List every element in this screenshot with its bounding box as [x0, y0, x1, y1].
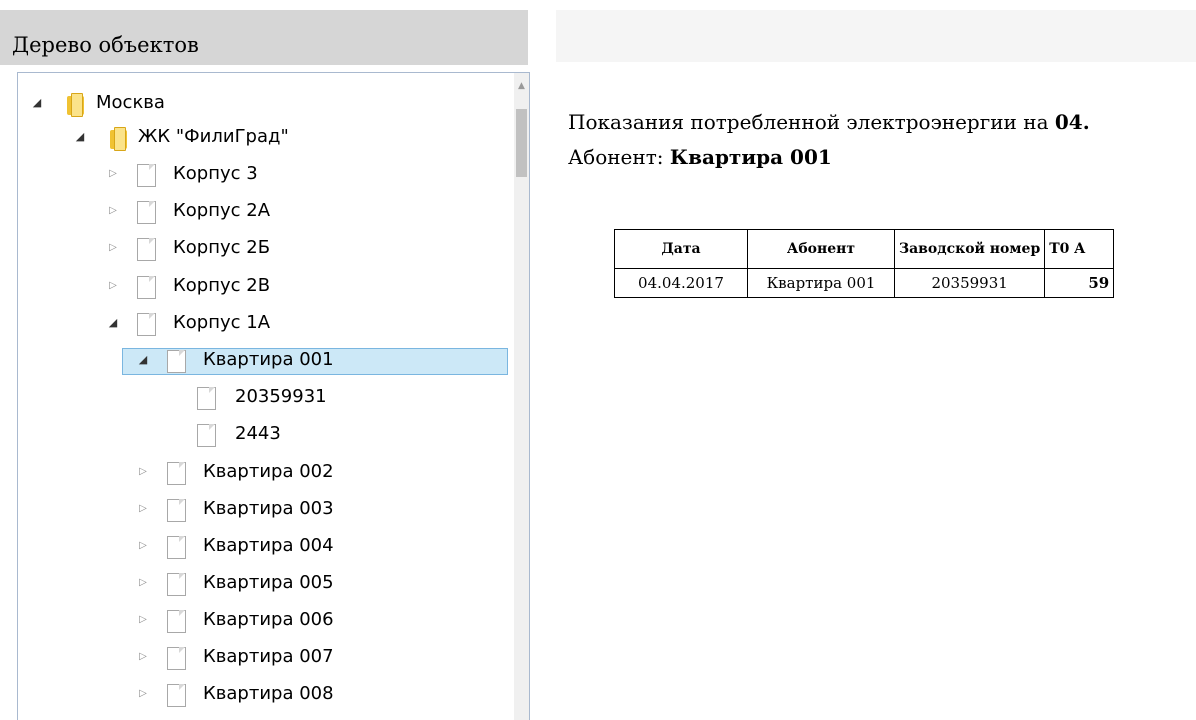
- cell-subscriber: Квартира 001: [747, 268, 895, 298]
- tree-node-kvartira-003[interactable]: ▷ Квартира 003: [18, 496, 498, 526]
- tree-node-label: Корпус 1А: [173, 312, 271, 333]
- document-icon: [137, 238, 156, 261]
- tree-node-kvartira-002[interactable]: ▷ Квартира 002: [18, 459, 498, 489]
- collapsed-triangle-icon[interactable]: ▷: [136, 539, 150, 553]
- column-header-date: Дата: [614, 229, 748, 269]
- document-icon: [137, 313, 156, 336]
- document-icon: [167, 647, 186, 670]
- expanded-triangle-icon[interactable]: ◢: [30, 96, 44, 110]
- tree-node-label: Москва: [96, 92, 165, 113]
- readings-table: Дата Абонент Заводской номер T0 A 04.04.…: [614, 229, 1115, 298]
- expanded-triangle-icon[interactable]: ◢: [73, 130, 87, 144]
- tree-node-korpus-2v[interactable]: ▷ Корпус 2В: [18, 273, 498, 303]
- tree-node-label: Квартира 007: [203, 646, 334, 667]
- tree-node-label: 2443: [235, 423, 281, 444]
- tree-node-label: Квартира 008: [203, 683, 334, 704]
- column-header-t0: T0 A: [1044, 229, 1115, 269]
- collapsed-triangle-icon[interactable]: ▷: [136, 687, 150, 701]
- document-icon: [197, 387, 216, 410]
- tree-node-label: Корпус 2Б: [173, 237, 271, 258]
- tree-node-kvartira-008[interactable]: ▷ Квартира 008: [18, 681, 498, 711]
- tree-node-korpus-3[interactable]: ▷ Корпус 3: [18, 161, 498, 191]
- tree-node-korpus-1a[interactable]: ◢ Корпус 1А: [18, 310, 498, 340]
- tree-node-label: Корпус 2А: [173, 200, 271, 221]
- document-icon: [197, 424, 216, 447]
- collapsed-triangle-icon[interactable]: ▷: [136, 576, 150, 590]
- document-icon: [167, 610, 186, 633]
- report-title-prefix: Показания потребленной электроэнергии на: [568, 110, 1055, 134]
- table-row: 04.04.2017 Квартира 001 20359931 59: [614, 268, 1115, 298]
- folder-icon: [110, 127, 128, 151]
- column-header-serial: Заводской номер: [893, 229, 1046, 269]
- tree-node-kvartira-006[interactable]: ▷ Квартира 006: [18, 607, 498, 637]
- tree-node-korpus-2b[interactable]: ▷ Корпус 2Б: [18, 235, 498, 265]
- report-subscriber: Абонент: Квартира 001: [568, 145, 832, 169]
- report-date: 04.: [1054, 110, 1090, 134]
- collapsed-triangle-icon[interactable]: ▷: [136, 502, 150, 516]
- tree-node-meter-2443[interactable]: 2443: [18, 421, 498, 451]
- document-icon: [167, 499, 186, 522]
- scroll-up-arrow-icon[interactable]: ▲: [514, 79, 529, 93]
- collapsed-triangle-icon[interactable]: ▷: [136, 650, 150, 664]
- tree-node-label: Квартира 002: [203, 461, 334, 482]
- collapsed-triangle-icon[interactable]: ▷: [106, 241, 120, 255]
- tree-node-label: Квартира 003: [203, 498, 334, 519]
- report-title: Показания потребленной электроэнергии на…: [568, 110, 1090, 134]
- tree-node-zhk-filigrad[interactable]: ◢ ЖК "ФилиГрад": [18, 124, 498, 154]
- tree-node-kvartira-005[interactable]: ▷ Квартира 005: [18, 570, 498, 600]
- tree-node-korpus-2a[interactable]: ▷ Корпус 2А: [18, 198, 498, 228]
- object-tree[interactable]: ◢ Москва ◢ ЖК "ФилиГрад" ▷ Корпус 3 ▷ Ко…: [17, 72, 530, 720]
- document-icon: [137, 201, 156, 224]
- document-icon: [167, 462, 186, 485]
- document-icon: [137, 276, 156, 299]
- document-icon: [167, 536, 186, 559]
- expanded-triangle-icon[interactable]: ◢: [136, 353, 150, 367]
- subscriber-label: Абонент:: [568, 145, 670, 169]
- tree-node-kvartira-007[interactable]: ▷ Квартира 007: [18, 644, 498, 674]
- tree-scrollbar[interactable]: ▲: [514, 73, 529, 720]
- expanded-triangle-icon[interactable]: ◢: [106, 316, 120, 330]
- document-icon: [167, 350, 186, 373]
- document-icon: [137, 164, 156, 187]
- tree-panel-header: Дерево объектов: [0, 10, 528, 65]
- tree-node-label: Корпус 2В: [173, 275, 271, 296]
- document-icon: [167, 573, 186, 596]
- tree-node-label: ЖК "ФилиГрад": [138, 126, 289, 147]
- content-header-band: [556, 10, 1196, 62]
- tree-node-label: Квартира 006: [203, 609, 334, 630]
- cell-t0: 59: [1044, 268, 1115, 298]
- document-icon: [167, 684, 186, 707]
- tree-node-label: Квартира 001: [203, 349, 334, 370]
- tree-node-label: 20359931: [235, 386, 327, 407]
- tree-panel-title: Дерево объектов: [12, 33, 199, 57]
- collapsed-triangle-icon[interactable]: ▷: [136, 613, 150, 627]
- collapsed-triangle-icon[interactable]: ▷: [106, 279, 120, 293]
- tree-node-kvartira-004[interactable]: ▷ Квартира 004: [18, 533, 498, 563]
- table-header-row: Дата Абонент Заводской номер T0 A: [614, 229, 1115, 269]
- tree-node-kvartira-001[interactable]: ◢ Квартира 001: [18, 347, 498, 377]
- subscriber-value: Квартира 001: [669, 145, 832, 169]
- column-header-subscriber: Абонент: [747, 229, 895, 269]
- folder-icon: [67, 93, 85, 117]
- tree-node-label: Квартира 005: [203, 572, 334, 593]
- tree-node-meter-20359931[interactable]: 20359931: [18, 384, 498, 414]
- tree-node-label: Корпус 3: [173, 163, 258, 184]
- scroll-thumb[interactable]: [516, 109, 527, 177]
- collapsed-triangle-icon[interactable]: ▷: [106, 167, 120, 181]
- tree-node-moscow[interactable]: ◢ Москва: [18, 90, 498, 120]
- collapsed-triangle-icon[interactable]: ▷: [106, 204, 120, 218]
- tree-node-label: Квартира 004: [203, 535, 334, 556]
- cell-serial: 20359931: [893, 268, 1046, 298]
- cell-date: 04.04.2017: [614, 268, 748, 298]
- collapsed-triangle-icon[interactable]: ▷: [136, 465, 150, 479]
